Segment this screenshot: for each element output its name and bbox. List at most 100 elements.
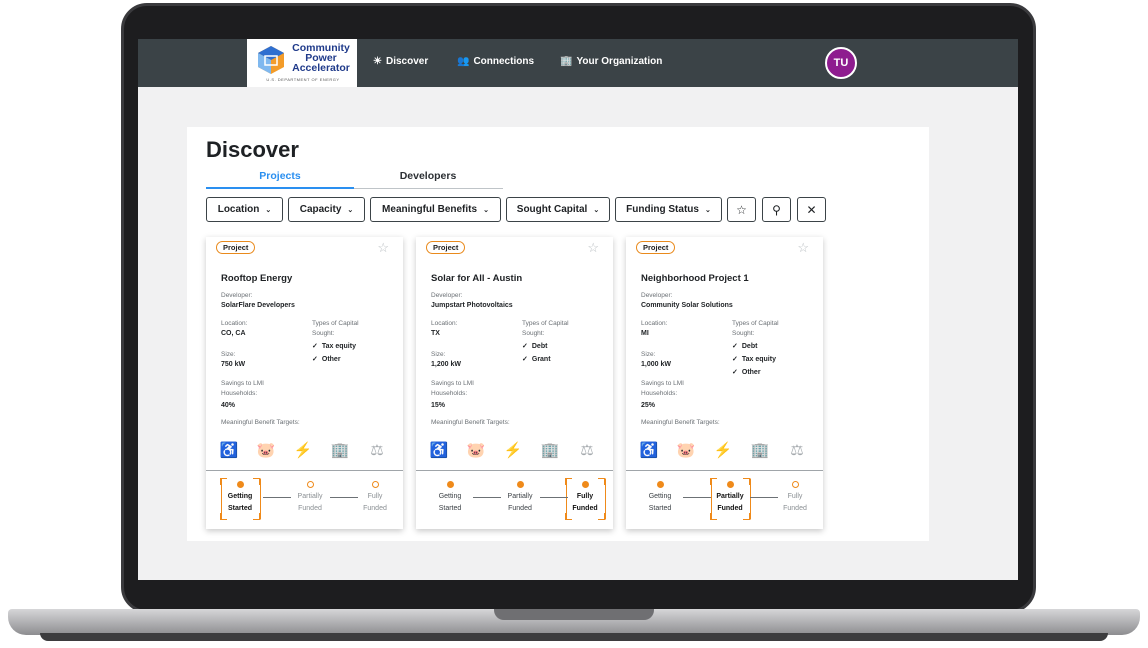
filter-funding-label: Funding Status <box>626 204 699 215</box>
card-divider <box>416 470 613 471</box>
favorite-star-icon[interactable]: ☆ <box>587 240 599 256</box>
discover-panel: Discover Projects Developers Location ⌄ C… <box>187 127 929 541</box>
stage-dot <box>371 481 379 488</box>
project-card[interactable]: Project ☆ Rooftop Energy Developer: SolarFla… <box>206 237 403 529</box>
stage-connector <box>330 497 358 498</box>
lightning-icon: ⚡ <box>713 442 733 459</box>
benefits-label: Meaningful Benefit Targets: <box>641 419 720 426</box>
stage-label: Funded <box>298 505 322 512</box>
logo-mark-icon <box>258 46 284 74</box>
funding-stage: Partially Funded <box>278 481 342 515</box>
stage-dot <box>236 481 244 488</box>
logo-line-3: Accelerator <box>292 62 350 74</box>
stage-connector <box>473 497 501 498</box>
nav-your-organization[interactable]: 🏢 Your Organization <box>560 56 662 67</box>
nav-discover[interactable]: ☀ Discover <box>373 56 428 67</box>
stage-label: Funded <box>572 505 598 512</box>
card-title: Neighborhood Project 1 <box>641 273 749 284</box>
filter-meaningful-benefits[interactable]: Meaningful Benefits ⌄ <box>370 197 501 222</box>
developer-value: SolarFlare Developers <box>221 302 295 309</box>
favorites-filter-button[interactable]: ☆ <box>727 197 756 222</box>
filter-capacity-label: Capacity <box>299 204 342 215</box>
stage-label: Funded <box>717 505 743 512</box>
piggy-bank-icon: 🐷 <box>256 442 276 459</box>
stage-label: Started <box>438 505 462 512</box>
star-icon: ☆ <box>736 202 747 217</box>
favorite-star-icon[interactable]: ☆ <box>377 240 389 256</box>
capital-item: Tax equity <box>732 355 776 363</box>
benefits-label: Meaningful Benefit Targets: <box>431 419 510 426</box>
location-label: Location: <box>641 320 668 327</box>
funding-stage: Getting Started <box>208 478 272 520</box>
funding-stage: Partially Funded <box>488 481 552 515</box>
chevron-down-icon: ⌄ <box>704 206 711 214</box>
stage-dot <box>306 481 314 488</box>
filter-funding-status[interactable]: Funding Status ⌄ <box>615 197 722 222</box>
stage-label: Funded <box>783 505 807 512</box>
filter-sought-capital[interactable]: Sought Capital ⌄ <box>506 197 610 222</box>
size-value: 1,000 kW <box>641 361 671 368</box>
accessibility-icon: ♿ <box>219 442 239 459</box>
savings-label: Savings to LMI Households: <box>641 380 684 397</box>
capital-label: Types of Capital Sought: <box>312 320 359 337</box>
filter-capacity[interactable]: Capacity ⌄ <box>288 197 365 222</box>
lightning-icon: ⚡ <box>503 442 523 459</box>
nav-connections[interactable]: 👥 Connections <box>457 56 534 67</box>
card-title: Solar for All - Austin <box>431 273 523 284</box>
project-card[interactable]: Project ☆ Neighborhood Project 1 Developer:… <box>626 237 823 529</box>
laptop-notch <box>494 609 654 620</box>
clear-filters-button[interactable]: ✕ <box>797 197 826 222</box>
capital-item: Tax equity <box>312 342 356 350</box>
accessibility-icon: ♿ <box>429 442 449 459</box>
filter-location-label: Location <box>217 204 260 215</box>
close-icon: ✕ <box>806 202 817 217</box>
capital-item: Grant <box>522 355 551 363</box>
savings-value: 40% <box>221 402 236 409</box>
project-card[interactable]: Project ☆ Solar for All - Austin Developer:… <box>416 237 613 529</box>
location-label: Location: <box>221 320 248 327</box>
funding-stage: Fully Funded <box>553 478 617 520</box>
capital-item: Other <box>312 355 341 363</box>
search-button[interactable]: ⚲ <box>762 197 791 222</box>
size-label: Size: <box>641 351 656 358</box>
building-icon: 🏢 <box>750 442 770 459</box>
benefits-label: Meaningful Benefit Targets: <box>221 419 300 426</box>
capital-item: Debt <box>732 342 758 350</box>
benefit-icons: ♿ 🐷 ⚡ 🏢 ⚖ <box>430 441 600 461</box>
funding-stage: Fully Funded <box>343 481 407 515</box>
stage-dot <box>516 481 524 488</box>
size-value: 1,200 kW <box>431 361 461 368</box>
savings-value: 15% <box>431 402 446 409</box>
size-value: 750 kW <box>221 361 246 368</box>
nav-connections-label: Connections <box>473 56 535 67</box>
search-icon: ⚲ <box>772 202 781 217</box>
lightning-icon: ⚡ <box>293 442 313 459</box>
building-icon: 🏢 <box>330 442 350 459</box>
funding-stage: Partially Funded <box>698 478 762 520</box>
capital-item: Debt <box>522 342 548 350</box>
tab-developers[interactable]: Developers <box>354 170 502 182</box>
stage-dot <box>446 481 454 488</box>
chevron-down-icon: ⌄ <box>593 206 600 214</box>
stage-connector <box>540 497 568 498</box>
scales-icon: ⚖ <box>370 442 384 459</box>
funding-stage: Getting Started <box>418 481 482 515</box>
project-badge: Project <box>636 241 676 254</box>
savings-value: 25% <box>641 402 656 409</box>
logo-subtitle: U.S. DEPARTMENT OF ENERGY <box>266 77 340 82</box>
stage-dot <box>581 481 589 488</box>
scales-icon: ⚖ <box>580 442 594 459</box>
logo[interactable]: Community Power Accelerator U.S. DEPARTM… <box>247 39 357 87</box>
favorite-star-icon[interactable]: ☆ <box>797 240 809 256</box>
nav-organization-label: Your Organization <box>576 56 663 67</box>
tab-projects[interactable]: Projects <box>206 170 354 182</box>
filter-location[interactable]: Location ⌄ <box>206 197 283 222</box>
stage-dot <box>726 481 734 488</box>
avatar[interactable]: TU <box>825 47 857 79</box>
laptop-base-shadow <box>40 633 1108 641</box>
funding-stage: Fully Funded <box>763 481 827 515</box>
logo-text: Community Power Accelerator <box>291 43 351 74</box>
capital-label: Types of Capital Sought: <box>522 320 569 337</box>
project-badge: Project <box>216 241 256 254</box>
stage-label: Funded <box>363 505 387 512</box>
